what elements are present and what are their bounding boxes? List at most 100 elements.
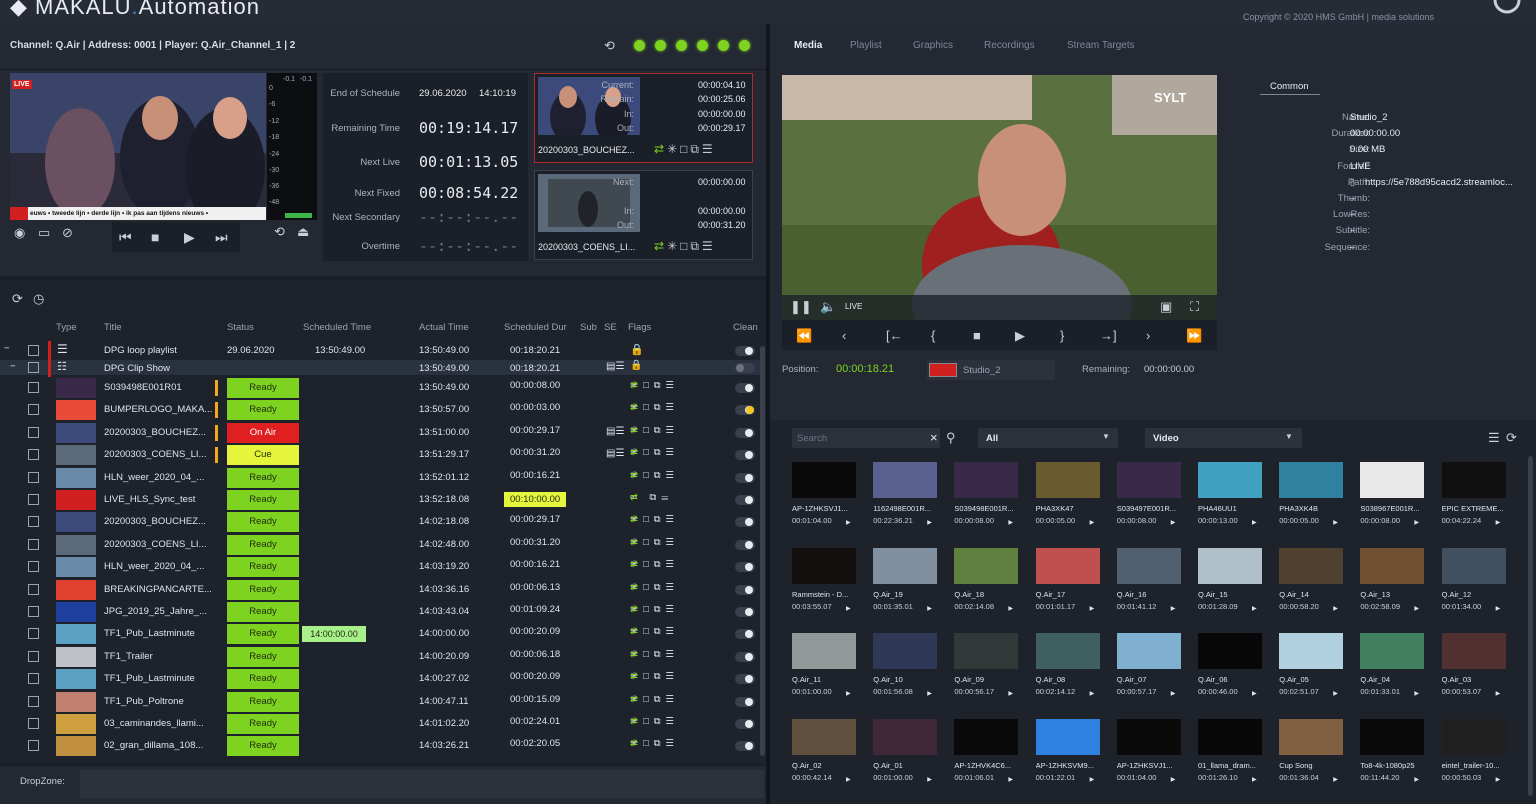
media-tile[interactable]: AP-1ZHKSVJ1... 00:01:04.00 ▶	[782, 456, 862, 538]
type-select[interactable]: Video ▼	[1145, 428, 1302, 448]
media-tile[interactable]: AP-1ZHKSVM9... 00:01:22.01 ▶	[1026, 713, 1106, 795]
clean-toggle[interactable]	[735, 651, 755, 662]
player-stop-icon[interactable]: ■	[973, 328, 981, 343]
loop-icon[interactable]: ⟲	[274, 224, 285, 240]
clean-toggle[interactable]	[735, 741, 755, 752]
media-tile[interactable]: Q.Air_13 00:02:58.09 ▶	[1350, 542, 1430, 624]
media-tile[interactable]: Q.Air_19 00:01:35.01 ▶	[863, 542, 943, 624]
table-row[interactable]: 20200303_BOUCHEZ... On Air 13:51:00.00 0…	[0, 422, 760, 444]
row-checkbox[interactable]	[28, 561, 39, 573]
row-checkbox[interactable]	[28, 404, 39, 416]
clean-toggle[interactable]	[735, 383, 755, 393]
col-status[interactable]: Status	[227, 322, 254, 333]
fast-forward-icon[interactable]: ⏩	[1186, 328, 1202, 344]
media-tile[interactable]: Q.Air_07 00:00:57.17 ▶	[1107, 627, 1187, 709]
play-icon[interactable]: ▶	[1414, 776, 1419, 783]
play-icon[interactable]: ▶	[1414, 690, 1419, 697]
media-tile[interactable]: PHA3XK47 00:00:05.00 ▶	[1026, 456, 1106, 538]
table-row[interactable]: HLN_weer_2020_04_... Ready 14:03:19.20 0…	[0, 556, 760, 579]
clean-toggle[interactable]	[735, 495, 755, 505]
table-row[interactable]: 03_caminandes_llami... Ready 14:01:02.20…	[0, 713, 760, 735]
play-icon[interactable]: ▶	[1414, 605, 1419, 612]
media-tile[interactable]: 01_llama_dram... 00:01:26.10 ▶	[1188, 713, 1268, 795]
clean-toggle[interactable]	[735, 562, 755, 573]
col-type[interactable]: Type	[56, 322, 77, 333]
mark-out-icon[interactable]: →]	[1100, 328, 1117, 343]
media-tile[interactable]: 1162498E001R... 00:22:36.21 ▶	[863, 456, 943, 538]
play-icon[interactable]: ▶	[1496, 605, 1501, 612]
eye-icon[interactable]: ◉	[14, 225, 25, 241]
media-tile[interactable]: AP-1ZHKSVJ1... 00:01:04.00 ▶	[1107, 713, 1187, 795]
row-flags[interactable]: ⇄ ✳□⧉☰	[630, 402, 679, 413]
play-icon[interactable]: ▶	[1333, 605, 1338, 612]
bracket-close-icon[interactable]: }	[1060, 328, 1064, 343]
play-icon[interactable]: ▶	[1090, 605, 1095, 612]
play-icon[interactable]: ▶	[184, 229, 195, 246]
clean-toggle[interactable]	[735, 472, 755, 483]
table-row[interactable]: TF1_Pub_Poltrone Ready 14:00:47.11 00:00…	[0, 691, 760, 713]
play-icon[interactable]: ▶	[927, 776, 932, 783]
refresh-icon[interactable]: ⟳	[12, 291, 23, 307]
row-checkbox[interactable]	[28, 606, 39, 617]
clean-toggle[interactable]	[735, 674, 755, 685]
clean-toggle[interactable]	[735, 719, 755, 729]
eject-icon[interactable]: ⏏	[297, 224, 309, 240]
row-checkbox[interactable]	[28, 718, 39, 729]
skip-back-icon[interactable]: ⏮	[119, 229, 132, 246]
row-flags[interactable]: ⇄ ✳□⧉☰	[630, 447, 679, 458]
play-icon[interactable]: ▶	[846, 605, 851, 612]
media-tile[interactable]: To8-4k-1080p25 00:11:44.20 ▶	[1350, 713, 1430, 795]
play-icon[interactable]: ▶	[1414, 519, 1419, 526]
play-icon[interactable]: ▶	[1333, 690, 1338, 697]
play-icon[interactable]: ▶	[1008, 519, 1013, 526]
table-row[interactable]: TF1_Trailer Ready 14:00:20.09 00:00:06.1…	[0, 646, 760, 668]
media-player[interactable]: SYLT ❚❚ 🔈 LIVE ▣ ⛶	[782, 75, 1217, 320]
next-clip-box[interactable]: Next: 00:00:00.00 In: 00:00:00.00 Out: 0…	[534, 170, 753, 260]
play-icon[interactable]: ▶	[1252, 776, 1257, 783]
play-icon[interactable]: ▶	[846, 690, 851, 697]
play-icon[interactable]: ▶	[1008, 776, 1013, 783]
history-icon[interactable]: ⟲	[604, 38, 615, 54]
monitor-icon[interactable]: ▭	[38, 225, 50, 241]
clean-toggle[interactable]	[735, 517, 755, 528]
play-icon[interactable]: ▶	[1252, 605, 1257, 612]
row-checkbox[interactable]	[28, 650, 39, 662]
table-row[interactable]: BREAKINGPANCARTE... Ready 14:03:36.16 00…	[0, 579, 760, 601]
media-tile[interactable]: Q.Air_08 00:02:14.12 ▶	[1026, 627, 1106, 709]
media-tile[interactable]: Rammstein - D... 00:03:55.07 ▶	[782, 542, 862, 624]
row-flags[interactable]: ⇄ ✳□⧉☰	[630, 380, 679, 391]
search-input[interactable]: Search	[797, 433, 827, 444]
play-icon[interactable]: ▶	[1171, 605, 1176, 612]
play-icon[interactable]: ▶	[1090, 690, 1095, 697]
clean-toggle[interactable]	[735, 539, 755, 550]
row-flags[interactable]: ⇄ ∞ ⧉☰	[630, 492, 673, 503]
media-tile[interactable]: EPIC EXTREME... 00:04:22.24 ▶	[1432, 456, 1512, 538]
media-tile[interactable]: Q.Air_17 00:01:01.17 ▶	[1026, 542, 1106, 624]
media-tile[interactable]: PHA46UU1 00:00:13.00 ▶	[1188, 456, 1268, 538]
play-icon[interactable]: ▶	[927, 690, 932, 697]
clean-toggle[interactable]	[735, 607, 755, 617]
media-tile[interactable]: S039497E001R... 00:00:08.00 ▶	[1107, 456, 1187, 538]
row-flags[interactable]: ⇄ ✳□⧉☰	[630, 425, 679, 436]
row-checkbox[interactable]	[28, 628, 39, 640]
table-row[interactable]: 02_gran_dillama_108... Ready 14:03:26.21…	[0, 735, 760, 758]
playlist-scrollbar[interactable]	[760, 346, 765, 756]
tab-graphics[interactable]: Graphics	[913, 40, 953, 51]
media-tile[interactable]: Q.Air_15 00:01:28.09 ▶	[1188, 542, 1268, 624]
clean-toggle[interactable]	[735, 427, 755, 438]
tab-stream-targets[interactable]: Stream Targets	[1067, 40, 1135, 51]
media-tile[interactable]: AP-1ZHVK4C6... 00:01:06.01 ▶	[944, 713, 1024, 795]
row-flags[interactable]: ⇄ ✳□⧉☰	[630, 604, 679, 615]
row-checkbox[interactable]	[28, 426, 39, 438]
table-row[interactable]: LIVE_HLS_Sync_test Ready 13:52:18.08 00:…	[0, 489, 760, 511]
media-tile[interactable]: Q.Air_18 00:02:14.08 ▶	[944, 542, 1024, 624]
row-checkbox[interactable]	[28, 673, 39, 685]
play-icon[interactable]: ▶	[1008, 605, 1013, 612]
col-title[interactable]: Title	[104, 322, 122, 333]
row-flags[interactable]: ⇄ ✳□⧉☰	[630, 694, 679, 705]
media-tile[interactable]: Q.Air_12 00:01:34.00 ▶	[1432, 542, 1512, 624]
col-se[interactable]: SE	[604, 322, 617, 333]
table-row[interactable]: BUMPERLOGO_MAKA... Ready 13:50:57.00 00:…	[0, 399, 760, 422]
refresh-media-icon[interactable]: ⟳	[1506, 430, 1517, 446]
next-clip-tools[interactable]: ⇄✳□⧉☰	[654, 239, 716, 254]
